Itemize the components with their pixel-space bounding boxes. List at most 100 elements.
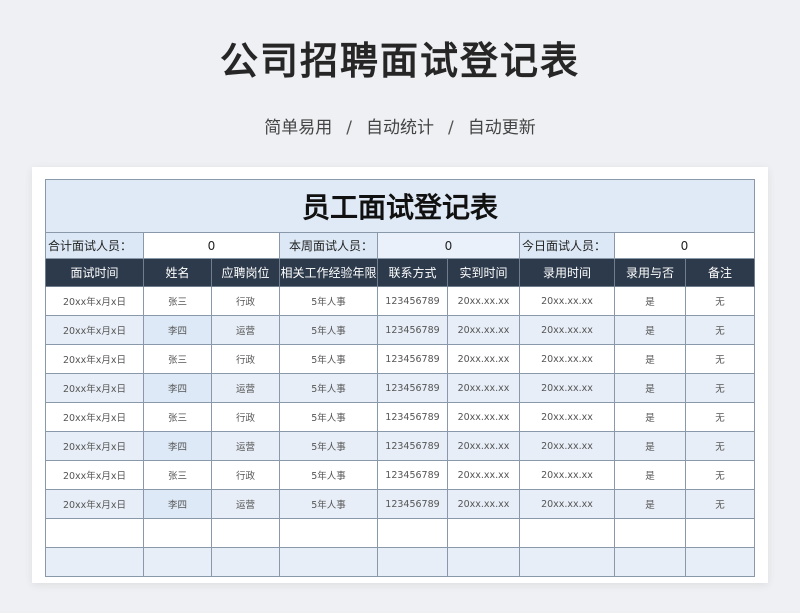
table-cell[interactable] [377, 518, 448, 548]
table-cell[interactable]: 20xx.xx.xx [447, 460, 520, 490]
table-cell[interactable]: 123456789 [377, 489, 448, 519]
table-cell[interactable]: 是 [614, 373, 686, 403]
table-cell[interactable]: 李四 [143, 373, 212, 403]
table-cell[interactable]: 5年人事 [279, 315, 378, 345]
table-cell[interactable]: 20xx.xx.xx [447, 315, 520, 345]
table-cell[interactable]: 123456789 [377, 431, 448, 461]
column-header: 应聘岗位 [211, 258, 280, 287]
table-cell[interactable]: 是 [614, 286, 686, 316]
week-interviewees-value[interactable]: 0 [377, 232, 520, 259]
table-cell[interactable]: 是 [614, 344, 686, 374]
table-cell[interactable]: 5年人事 [279, 489, 378, 519]
feature-item: 简单易用 [264, 118, 333, 138]
table-cell[interactable]: 无 [685, 315, 755, 345]
table-cell[interactable]: 123456789 [377, 286, 448, 316]
table-cell[interactable]: 是 [614, 315, 686, 345]
table-cell[interactable]: 20xx.xx.xx [447, 402, 520, 432]
table-row: 20xx年x月x日 张三 行政 5年人事 123456789 20xx.xx.xx 20xx… [45, 402, 755, 432]
table-cell[interactable]: 是 [614, 460, 686, 490]
table-cell[interactable] [447, 518, 520, 548]
table-cell[interactable] [685, 547, 755, 577]
table-cell[interactable]: 123456789 [377, 402, 448, 432]
table-cell[interactable]: 20xx年x月x日 [45, 315, 144, 345]
table-cell[interactable]: 123456789 [377, 460, 448, 490]
table-cell[interactable]: 20xx年x月x日 [45, 460, 144, 490]
table-cell[interactable]: 20xx年x月x日 [45, 344, 144, 374]
table-cell[interactable]: 行政 [211, 286, 280, 316]
table-cell[interactable]: 李四 [143, 315, 212, 345]
table-cell[interactable]: 123456789 [377, 344, 448, 374]
spreadsheet-preview: 员工面试登记表 合计面试人员： 0 本周面试人员： 0 今日面试人员： 0 面试… [32, 167, 768, 583]
table-cell[interactable]: 张三 [143, 286, 212, 316]
table-cell[interactable]: 20xx.xx.xx [519, 489, 615, 519]
feature-subtitle: 简单易用 / 自动统计 / 自动更新 [0, 113, 800, 138]
table-cell[interactable]: 20xx年x月x日 [45, 489, 144, 519]
table-cell[interactable]: 20xx.xx.xx [447, 489, 520, 519]
table-cell[interactable]: 5年人事 [279, 431, 378, 461]
table-cell[interactable] [377, 547, 448, 577]
table-cell[interactable]: 20xx年x月x日 [45, 402, 144, 432]
table-cell[interactable]: 20xx年x月x日 [45, 373, 144, 403]
table-cell[interactable] [45, 547, 144, 577]
table-cell[interactable]: 是 [614, 402, 686, 432]
table-cell[interactable]: 李四 [143, 431, 212, 461]
table-cell[interactable] [211, 518, 280, 548]
table-row-empty [45, 547, 755, 577]
table-cell[interactable] [519, 547, 615, 577]
table-cell[interactable] [211, 547, 280, 577]
table-cell[interactable] [614, 518, 686, 548]
table-cell[interactable]: 20xx.xx.xx [447, 431, 520, 461]
table-cell[interactable]: 20xx.xx.xx [447, 286, 520, 316]
table-cell[interactable]: 张三 [143, 460, 212, 490]
total-interviewees-value[interactable]: 0 [143, 232, 280, 259]
table-cell[interactable]: 123456789 [377, 373, 448, 403]
table-cell[interactable] [143, 518, 212, 548]
table-cell[interactable]: 无 [685, 402, 755, 432]
table-cell[interactable] [519, 518, 615, 548]
table-cell[interactable]: 运营 [211, 489, 280, 519]
table-cell[interactable]: 5年人事 [279, 373, 378, 403]
interview-register-table: 员工面试登记表 合计面试人员： 0 本周面试人员： 0 今日面试人员： 0 面试… [45, 179, 755, 577]
table-cell[interactable]: 无 [685, 344, 755, 374]
table-cell[interactable]: 运营 [211, 373, 280, 403]
table-cell[interactable]: 李四 [143, 489, 212, 519]
table-cell[interactable]: 行政 [211, 460, 280, 490]
table-cell[interactable]: 是 [614, 489, 686, 519]
table-cell[interactable]: 20xx.xx.xx [519, 286, 615, 316]
table-cell[interactable]: 20xx.xx.xx [519, 431, 615, 461]
table-cell[interactable]: 123456789 [377, 315, 448, 345]
table-cell[interactable]: 无 [685, 286, 755, 316]
table-cell[interactable]: 无 [685, 489, 755, 519]
table-cell[interactable]: 20xx年x月x日 [45, 286, 144, 316]
table-cell[interactable]: 20xx.xx.xx [519, 315, 615, 345]
table-cell[interactable]: 5年人事 [279, 402, 378, 432]
table-cell[interactable]: 行政 [211, 344, 280, 374]
table-cell[interactable] [279, 547, 378, 577]
table-cell[interactable]: 运营 [211, 431, 280, 461]
table-cell[interactable]: 张三 [143, 344, 212, 374]
table-cell[interactable]: 张三 [143, 402, 212, 432]
table-cell[interactable] [143, 547, 212, 577]
table-cell[interactable]: 运营 [211, 315, 280, 345]
table-cell[interactable]: 20xx.xx.xx [519, 344, 615, 374]
table-cell[interactable]: 5年人事 [279, 460, 378, 490]
table-cell[interactable]: 20xx.xx.xx [447, 373, 520, 403]
table-cell[interactable] [614, 547, 686, 577]
table-cell[interactable]: 20xx.xx.xx [519, 402, 615, 432]
table-cell[interactable]: 20xx.xx.xx [519, 460, 615, 490]
table-cell[interactable]: 20xx.xx.xx [447, 344, 520, 374]
table-cell[interactable] [685, 518, 755, 548]
table-cell[interactable]: 20xx年x月x日 [45, 431, 144, 461]
table-cell[interactable]: 无 [685, 431, 755, 461]
table-cell[interactable]: 无 [685, 373, 755, 403]
table-cell[interactable]: 是 [614, 431, 686, 461]
today-interviewees-value[interactable]: 0 [614, 232, 755, 259]
table-cell[interactable] [279, 518, 378, 548]
table-cell[interactable]: 5年人事 [279, 286, 378, 316]
table-cell[interactable]: 5年人事 [279, 344, 378, 374]
table-cell[interactable]: 无 [685, 460, 755, 490]
table-cell[interactable]: 20xx.xx.xx [519, 373, 615, 403]
table-cell[interactable] [447, 547, 520, 577]
table-cell[interactable]: 行政 [211, 402, 280, 432]
table-cell[interactable] [45, 518, 144, 548]
